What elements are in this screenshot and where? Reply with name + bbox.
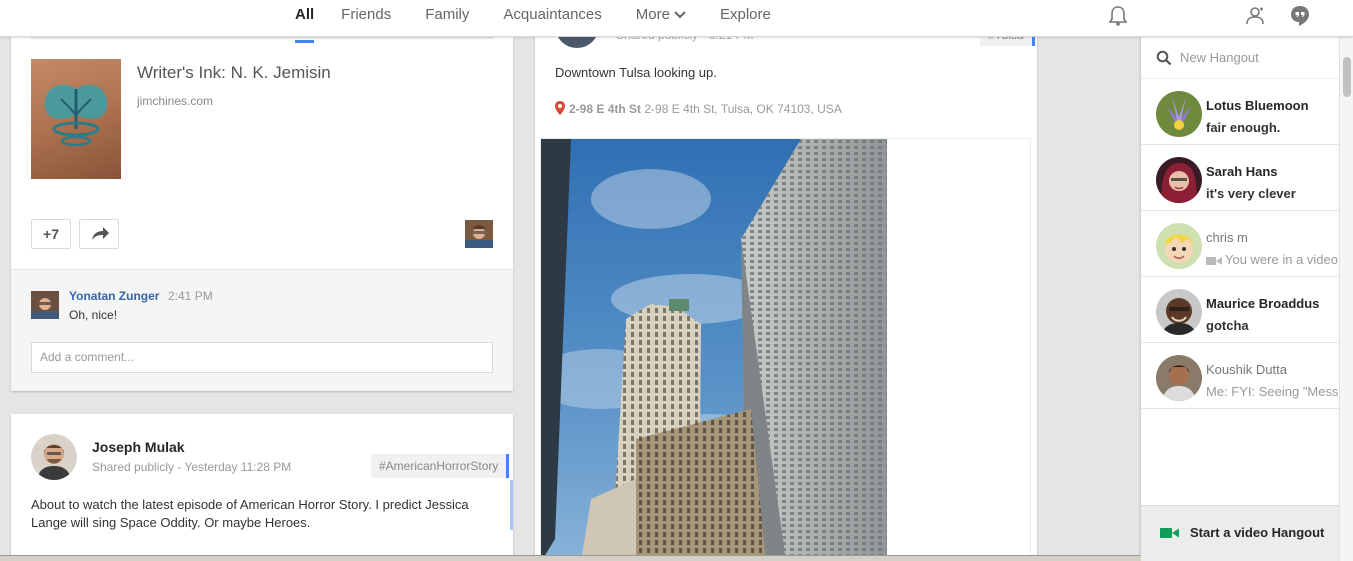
tab-family[interactable]: Family xyxy=(408,0,486,37)
top-nav-bar: All Friends Family Acquaintances More Ex… xyxy=(0,0,1353,43)
hangouts-icon[interactable] xyxy=(1288,4,1312,28)
last-message: Me: FYI: Seeing "Mess xyxy=(1206,384,1339,399)
last-message: fair enough. xyxy=(1206,120,1281,135)
link-thumbnail[interactable] xyxy=(31,59,121,179)
post-time[interactable]: Yesterday 11:28 PM xyxy=(185,460,292,474)
stream-filter-tabs: All Friends Family Acquaintances More Ex… xyxy=(285,0,788,43)
divider xyxy=(31,37,493,39)
search-icon xyxy=(1156,50,1172,66)
hangout-conversation[interactable]: chris m You were in a video xyxy=(1141,211,1339,277)
tab-explore[interactable]: Explore xyxy=(703,0,788,37)
link-domain[interactable]: jimchines.com xyxy=(137,94,213,108)
chris-avatar-image xyxy=(1156,223,1202,269)
last-message: You were in a video xyxy=(1206,252,1339,267)
koushik-avatar-image xyxy=(1156,355,1202,401)
bell-icon[interactable] xyxy=(1106,4,1130,28)
tab-acquaintances[interactable]: Acquaintances xyxy=(486,0,618,37)
location-pin-icon xyxy=(555,101,565,115)
hangout-conversation[interactable]: Sarah Hans it's very clever xyxy=(1141,145,1339,211)
contact-avatar xyxy=(1156,289,1202,335)
tab-friends[interactable]: Friends xyxy=(324,0,408,37)
video-camera-icon xyxy=(1206,257,1222,265)
post-author[interactable]: Joseph Mulak xyxy=(92,439,185,455)
plus-one-button[interactable]: +7 xyxy=(31,219,71,249)
link-post-card: Writer's Ink: N. K. Jemisin jimchines.co… xyxy=(11,37,513,391)
contact-name: Koushik Dutta xyxy=(1206,362,1287,377)
contact-name: Maurice Broaddus xyxy=(1206,296,1320,311)
page-scrollbar[interactable] xyxy=(1339,37,1353,561)
photo-post-card: Shared publicly - 6:21 PM #Tulsa Downtow… xyxy=(535,12,1037,561)
hangout-conversation[interactable]: Koushik Dutta Me: FYI: Seeing "Mess xyxy=(1141,343,1339,409)
maurice-avatar-image xyxy=(1156,289,1202,335)
contact-avatar xyxy=(1156,91,1202,137)
location-address: 2-98 E 4th St, Tulsa, OK 74103, USA xyxy=(644,102,842,116)
post-meta: Shared publicly - Yesterday 11:28 PM xyxy=(92,460,291,474)
last-message-text: You were in a video xyxy=(1225,252,1338,267)
plusser-avatar[interactable] xyxy=(465,220,493,248)
tab-all[interactable]: All xyxy=(285,0,324,43)
tab-more[interactable]: More xyxy=(619,0,703,37)
last-message: it's very clever xyxy=(1206,186,1296,201)
contact-name: Lotus Bluemoon xyxy=(1206,98,1309,113)
start-video-hangout-button[interactable]: Start a video Hangout xyxy=(1141,505,1339,561)
post-location[interactable]: 2-98 E 4th St 2-98 E 4th St, Tulsa, OK 7… xyxy=(555,101,842,116)
avatar-image xyxy=(31,434,77,480)
circles-icon[interactable] xyxy=(1243,4,1267,28)
commenter-avatar[interactable] xyxy=(31,291,59,319)
new-hangout-search[interactable]: New Hangout xyxy=(1141,37,1339,79)
contact-avatar xyxy=(1156,157,1202,203)
meta-separator: - xyxy=(177,460,182,474)
comment-text: Oh, nice! xyxy=(69,308,118,322)
hangout-conversation[interactable]: Lotus Bluemoon fair enough. xyxy=(1141,79,1339,145)
contact-name: chris m xyxy=(1206,230,1248,245)
location-name: 2-98 E 4th St xyxy=(569,102,642,116)
start-video-hangout-label: Start a video Hangout xyxy=(1190,525,1325,540)
contact-avatar xyxy=(1156,223,1202,269)
contact-avatar xyxy=(1156,355,1202,401)
author-avatar[interactable] xyxy=(31,434,77,480)
lotus-avatar-image xyxy=(1156,91,1202,137)
photo-frame xyxy=(540,138,1031,561)
sarah-avatar-image xyxy=(1156,157,1202,203)
os-taskbar-edge xyxy=(0,555,1141,561)
hashtag-chip[interactable]: #AmericanHorrorStory xyxy=(371,454,510,478)
chevron-down-icon xyxy=(674,11,686,19)
visibility-label[interactable]: Shared publicly xyxy=(92,460,174,474)
new-hangout-placeholder: New Hangout xyxy=(1180,50,1259,65)
tattoo-image xyxy=(44,84,108,147)
share-button[interactable] xyxy=(79,219,119,249)
post-card: Joseph Mulak Shared publicly - Yesterday… xyxy=(11,414,513,561)
last-message: gotcha xyxy=(1206,318,1249,333)
share-arrow-icon xyxy=(92,227,109,240)
scrollbar-thumb[interactable] xyxy=(1343,57,1351,97)
contact-name: Sarah Hans xyxy=(1206,164,1278,179)
hangouts-panel: New Hangout Lotus Bluemoon fair enough. … xyxy=(1141,37,1339,561)
link-title[interactable]: Writer's Ink: N. K. Jemisin xyxy=(137,63,331,83)
comments-section: Yonatan Zunger 2:41 PM Oh, nice! Add a c… xyxy=(11,269,513,391)
tab-more-label: More xyxy=(635,6,670,23)
skyscraper-photo xyxy=(541,139,887,561)
hangout-conversation[interactable]: Maurice Broaddus gotcha xyxy=(1141,277,1339,343)
comment-author[interactable]: Yonatan Zunger xyxy=(69,289,159,303)
hashtag-accent-strip xyxy=(510,480,513,530)
post-photo[interactable] xyxy=(541,139,887,561)
add-comment-input[interactable]: Add a comment... xyxy=(31,342,493,373)
post-text: About to watch the latest episode of Ame… xyxy=(31,497,469,530)
post-text: Downtown Tulsa looking up. xyxy=(555,65,717,80)
comment-time[interactable]: 2:41 PM xyxy=(168,289,213,303)
video-camera-icon xyxy=(1160,528,1179,538)
